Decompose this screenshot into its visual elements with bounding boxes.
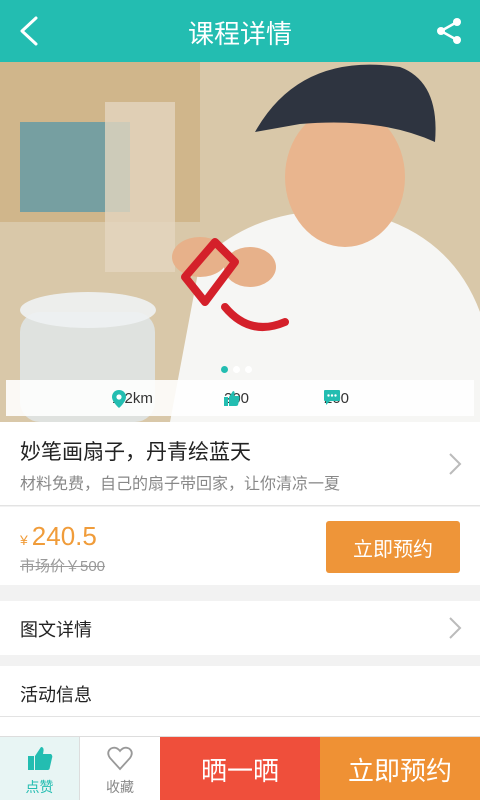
page-title: 课程详情: [187, 19, 292, 49]
share-icon[interactable]: [434, 16, 464, 46]
carousel-indicator: [221, 366, 252, 373]
detail-section[interactable]: 图文详情: [0, 601, 480, 655]
thumbs-up-icon: [28, 747, 53, 770]
activity-section-label: 活动信息: [20, 685, 92, 705]
heart-icon: [107, 746, 133, 771]
price-row: ¥ 240.5 市场价￥500 立即预约: [0, 507, 480, 585]
hero-carousel[interactable]: 1.2km 200 200: [0, 62, 480, 422]
comment-icon: [324, 389, 340, 405]
location-pin-icon: [112, 389, 126, 408]
carousel-dot[interactable]: [245, 366, 252, 373]
book-now-button[interactable]: 立即预约: [326, 521, 460, 573]
favorite-button[interactable]: 收藏: [80, 737, 160, 800]
activity-section[interactable]: 活动信息: [0, 666, 480, 736]
carousel-dot[interactable]: [221, 366, 228, 373]
divider: [0, 716, 480, 717]
course-info[interactable]: 妙笔画扇子，丹青绘蓝天 材料免费，自己的扇子带回家，让你清凉一夏: [0, 422, 480, 506]
distance-stat: 1.2km: [112, 389, 153, 408]
currency-symbol: ¥: [20, 532, 28, 548]
bottom-bar: 点赞 收藏 晒一晒 立即预约: [0, 736, 480, 800]
thumbs-up-icon: [224, 390, 240, 406]
top-bar: 课程详情: [0, 0, 480, 62]
bottom-book-button[interactable]: 立即预约: [320, 737, 480, 800]
share-show-button[interactable]: 晒一晒: [160, 737, 320, 800]
chevron-right-icon: [449, 617, 462, 639]
stats-bar: 1.2km 200 200: [6, 380, 474, 416]
comments-stat: 200: [324, 389, 349, 407]
price-value: 240.5: [31, 521, 97, 551]
favorite-label: 收藏: [106, 779, 134, 795]
course-name: 妙笔画扇子，丹青绘蓝天: [20, 441, 251, 464]
like-label: 点赞: [25, 779, 54, 795]
current-price: ¥ 240.5: [20, 521, 97, 552]
likes-stat: 200: [224, 390, 249, 407]
market-price: 市场价￥500: [20, 558, 106, 575]
carousel-dot[interactable]: [233, 366, 240, 373]
detail-section-label: 图文详情: [20, 620, 92, 640]
chevron-right-icon: [449, 453, 462, 475]
like-button[interactable]: 点赞: [0, 737, 80, 800]
course-description: 材料免费，自己的扇子带回家，让你清凉一夏: [20, 476, 341, 493]
